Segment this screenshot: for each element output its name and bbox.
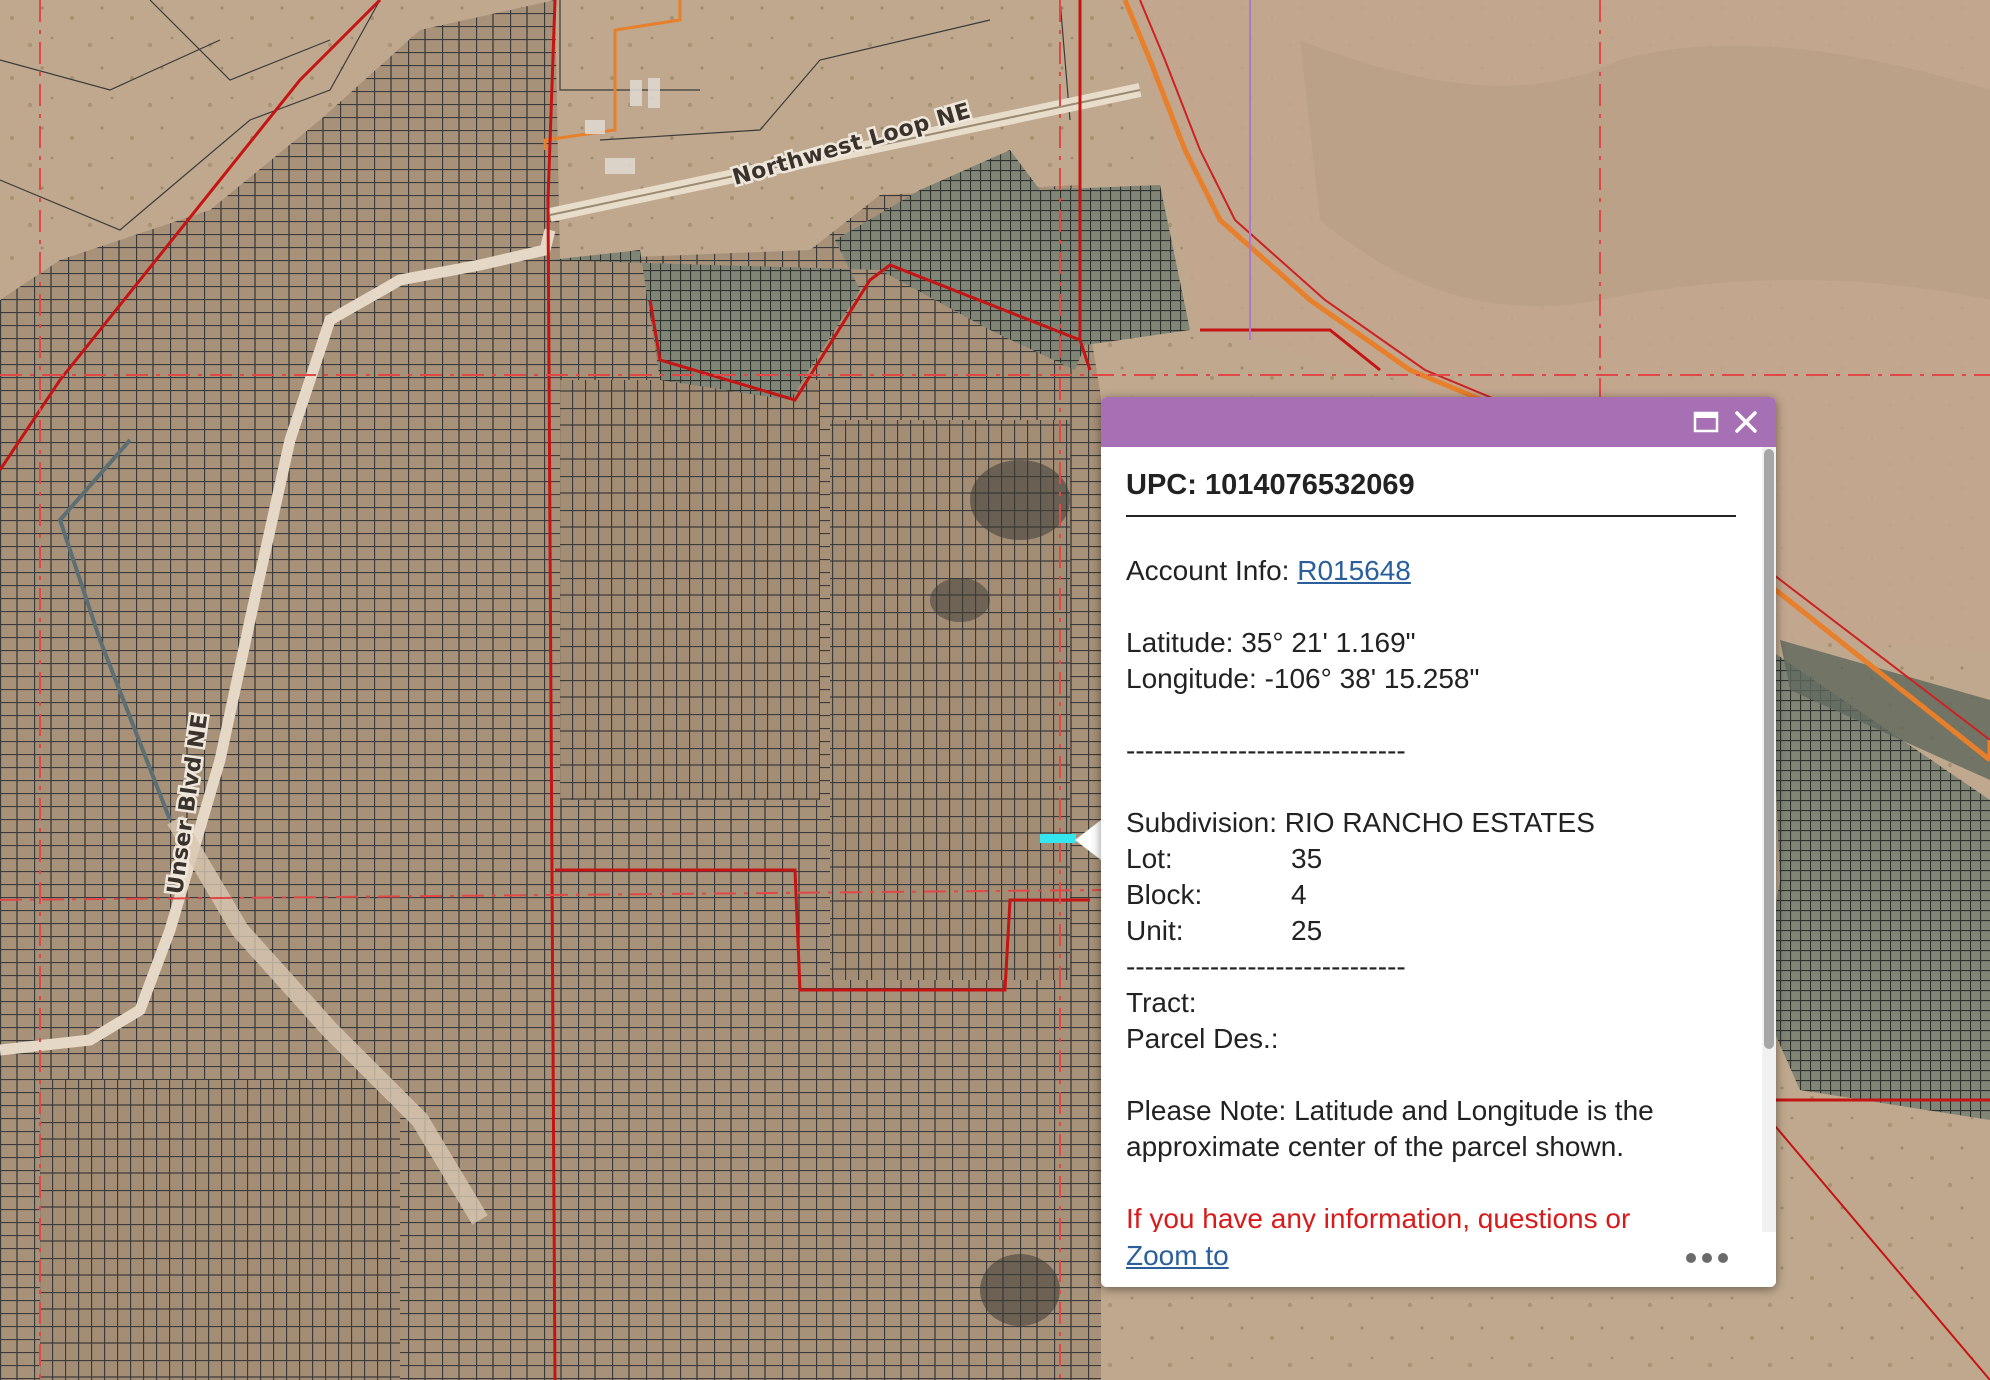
- block-label: Block:: [1126, 879, 1203, 910]
- close-icon[interactable]: [1731, 407, 1761, 437]
- parcel-info-popup: UPC: 1014076532069 Account Info: R015648…: [1101, 397, 1776, 1287]
- subdivision-text: Subdivision: RIO RANCHO ESTATES: [1126, 807, 1595, 838]
- selected-parcel-highlight[interactable]: [1040, 834, 1076, 843]
- popup-header: [1101, 397, 1776, 447]
- account-info-link[interactable]: R015648: [1297, 555, 1411, 586]
- tract-label: Tract:: [1126, 987, 1197, 1018]
- popup-footer: Zoom to: [1101, 1232, 1776, 1287]
- parcel-des-label: Parcel Des.:: [1126, 1023, 1279, 1054]
- separator-line-2: ------------------------------: [1126, 951, 1406, 982]
- block-row: Block: 4: [1126, 877, 1736, 913]
- unit-row: Unit: 25: [1126, 913, 1736, 949]
- lot-value: 35: [1291, 843, 1323, 874]
- unit-value: 25: [1291, 915, 1323, 946]
- more-icon[interactable]: [1681, 1244, 1733, 1272]
- block-value: 4: [1291, 879, 1307, 910]
- lot-row: Lot: 35: [1126, 841, 1736, 877]
- lot-label: Lot:: [1126, 843, 1173, 874]
- latitude-text: Latitude: 35° 21' 1.169": [1126, 627, 1416, 658]
- popup-content: UPC: 1014076532069 Account Info: R015648…: [1126, 447, 1736, 1232]
- separator-line: ------------------------------: [1126, 735, 1406, 766]
- popup-scrollbar-thumb[interactable]: [1764, 449, 1774, 1049]
- longitude-text: Longitude: -106° 38' 15.258": [1126, 663, 1480, 694]
- maximize-icon[interactable]: [1691, 407, 1721, 437]
- account-info-row: Account Info: R015648: [1126, 553, 1736, 589]
- contact-text: If you have any information, questions o…: [1126, 1203, 1631, 1232]
- account-info-label: Account Info:: [1126, 555, 1298, 586]
- unit-label: Unit:: [1126, 915, 1184, 946]
- note-text: Please Note: Latitude and Longitude is t…: [1126, 1095, 1654, 1162]
- zoom-to-link[interactable]: Zoom to: [1126, 1240, 1229, 1272]
- popup-title: UPC: 1014076532069: [1126, 467, 1736, 517]
